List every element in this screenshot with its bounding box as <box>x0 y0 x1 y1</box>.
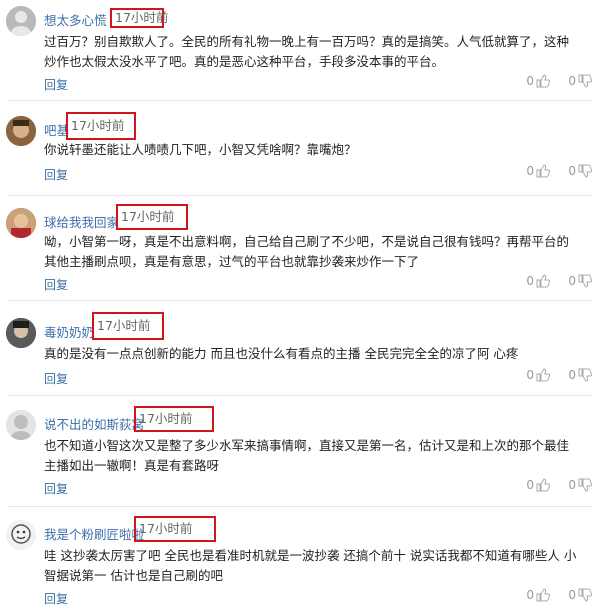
comment-item: 毒奶奶奶 17小时前 真的是没有一点点创新的能力 而且也没什么有看点的主播 全民… <box>0 304 600 394</box>
dislike-count: 0 <box>568 368 576 382</box>
comment-text: 也不知道小智这次又是整了多少水军来搞事情啊，直接又是第一名，估计又是和上次的那个… <box>44 438 570 473</box>
timestamp: 17小时前 <box>110 8 168 28</box>
comment-item: 说不出的如斯荻窝 17小时前 也不知道小智这次又是整了多少水军来搞事情啊，直接又… <box>0 398 600 503</box>
comment-text: 真的是没有一点点创新的能力 而且也没什么有看点的主播 全民完完全全的凉了阿 心疼 <box>44 346 519 361</box>
like-count: 0 <box>526 164 534 178</box>
like-count: 0 <box>526 368 534 382</box>
timestamp: 17小时前 <box>116 204 188 230</box>
dislike-count: 0 <box>568 74 576 88</box>
comment-text: 哇 这抄袭太厉害了吧 全民也是看准时机就是一波抄袭 还搞个前十 说实话我都不知道… <box>44 548 577 583</box>
dislike-button[interactable]: 0 <box>568 164 592 178</box>
timestamp: 17小时前 <box>92 312 164 340</box>
comment-item: 想太多心慌 17小时前 过百万？别自欺欺人了。全民的所有礼物一晚上有一百万吗？真… <box>0 0 600 100</box>
like-count: 0 <box>526 588 534 602</box>
like-button[interactable]: 0 <box>526 274 550 288</box>
dislike-button[interactable]: 0 <box>568 274 592 288</box>
dislike-button[interactable]: 0 <box>568 588 592 602</box>
timestamp: 17小时前 <box>66 112 136 140</box>
thumbs-down-icon <box>578 164 592 178</box>
reply-button[interactable]: 回复 <box>44 590 68 607</box>
like-count: 0 <box>526 478 534 492</box>
thumbs-down-icon <box>578 478 592 492</box>
thumbs-down-icon <box>578 588 592 602</box>
reply-button[interactable]: 回复 <box>44 370 68 387</box>
like-button[interactable]: 0 <box>526 478 550 492</box>
comment-item: 吧基 17小时前 你说轩墨还能让人啧啧几下吧，小智又凭啥啊？靠嘴炮？ 回复 0 … <box>0 104 600 196</box>
username[interactable]: 想太多心慌 <box>44 10 107 29</box>
username[interactable]: 说不出的如斯荻窝 <box>44 414 144 433</box>
timestamp: 17小时前 <box>134 516 216 542</box>
dislike-button[interactable]: 0 <box>568 74 592 88</box>
comment-text: 你说轩墨还能让人啧啧几下吧，小智又凭啥啊？靠嘴炮？ <box>44 142 357 157</box>
reply-button[interactable]: 回复 <box>44 76 68 93</box>
like-button[interactable]: 0 <box>526 588 550 602</box>
dislike-count: 0 <box>568 164 576 178</box>
thumbs-down-icon <box>578 368 592 382</box>
comment-text: 呦，小智第一呀，真是不出意料啊，自己给自己刷了不少吧，不是说自己很有钱吗？再帮平… <box>44 234 570 269</box>
thumbs-up-icon <box>536 74 550 88</box>
thumbs-up-icon <box>536 274 550 288</box>
avatar[interactable] <box>6 520 36 550</box>
thumbs-down-icon <box>578 274 592 288</box>
like-button[interactable]: 0 <box>526 74 550 88</box>
like-count: 0 <box>526 274 534 288</box>
avatar[interactable] <box>6 6 36 36</box>
avatar[interactable] <box>6 208 36 238</box>
timestamp: 17小时前 <box>134 406 214 432</box>
thumbs-up-icon <box>536 588 550 602</box>
thumbs-up-icon <box>536 368 550 382</box>
like-button[interactable]: 0 <box>526 164 550 178</box>
thumbs-up-icon <box>536 164 550 178</box>
divider <box>8 100 592 101</box>
username[interactable]: 球给我我回家 <box>44 212 119 231</box>
divider <box>8 300 592 301</box>
avatar[interactable] <box>6 116 36 146</box>
dislike-count: 0 <box>568 478 576 492</box>
reply-button[interactable]: 回复 <box>44 480 68 497</box>
thumbs-up-icon <box>536 478 550 492</box>
dislike-button[interactable]: 0 <box>568 478 592 492</box>
divider <box>8 395 592 396</box>
like-button[interactable]: 0 <box>526 368 550 382</box>
comment-item: 我是个粉刷匠啦啦 17小时前 哇 这抄袭太厉害了吧 全民也是看准时机就是一波抄袭… <box>0 508 600 613</box>
dislike-button[interactable]: 0 <box>568 368 592 382</box>
comment-item: 球给我我回家 17小时前 呦，小智第一呀，真是不出意料啊，自己给自己刷了不少吧，… <box>0 198 600 298</box>
comment-text: 过百万？别自欺欺人了。全民的所有礼物一晚上有一百万吗？真的是搞笑。人气低就算了，… <box>44 34 570 69</box>
divider <box>8 506 592 507</box>
reply-button[interactable]: 回复 <box>44 166 68 183</box>
avatar[interactable] <box>6 318 36 348</box>
username[interactable]: 毒奶奶奶 <box>44 322 94 341</box>
username[interactable]: 我是个粉刷匠啦啦 <box>44 524 144 543</box>
divider <box>8 195 592 196</box>
dislike-count: 0 <box>568 274 576 288</box>
like-count: 0 <box>526 74 534 88</box>
dislike-count: 0 <box>568 588 576 602</box>
reply-button[interactable]: 回复 <box>44 276 68 293</box>
thumbs-down-icon <box>578 74 592 88</box>
avatar[interactable] <box>6 410 36 440</box>
